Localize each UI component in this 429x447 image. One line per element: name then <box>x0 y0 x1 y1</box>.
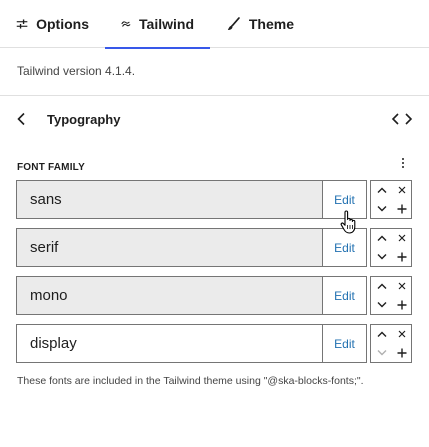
row-controls <box>370 180 412 219</box>
chevron-down-icon <box>377 350 386 356</box>
tab-bar: Options Tailwind Theme <box>0 0 429 49</box>
code-icon <box>391 113 413 125</box>
plus-icon <box>397 204 406 213</box>
brush-icon <box>227 17 240 31</box>
tab-options-label: Options <box>36 16 89 32</box>
font-field: mono Edit <box>16 276 367 315</box>
move-up-button[interactable] <box>371 325 392 343</box>
close-icon <box>398 282 405 290</box>
code-view-button[interactable] <box>390 106 414 132</box>
move-up-button[interactable] <box>371 277 392 295</box>
remove-button[interactable] <box>392 229 411 247</box>
move-down-button[interactable] <box>371 295 392 314</box>
divider <box>0 95 429 96</box>
row-controls <box>370 324 412 363</box>
back-button[interactable] <box>16 106 40 132</box>
close-icon <box>398 330 405 338</box>
help-text: These fonts are included in the Tailwind… <box>17 375 364 387</box>
pointer-cursor-icon <box>340 210 356 234</box>
chevron-left-icon <box>17 112 25 126</box>
remove-button[interactable] <box>392 325 411 343</box>
chevron-down-icon <box>377 302 386 308</box>
more-vertical-icon[interactable] <box>397 156 409 170</box>
row-controls <box>370 276 412 315</box>
font-field: serif Edit <box>16 228 367 267</box>
chevron-down-icon <box>377 254 386 260</box>
font-name[interactable]: mono <box>17 277 322 314</box>
add-button[interactable] <box>392 295 411 314</box>
tailwind-version-text: Tailwind version 4.1.4. <box>17 64 136 78</box>
move-down-button[interactable] <box>371 199 392 218</box>
font-field: display Edit <box>16 324 367 363</box>
font-name[interactable]: display <box>17 325 322 362</box>
font-family-section-header: FONT FAMILY <box>17 156 409 173</box>
font-name[interactable]: serif <box>17 229 322 266</box>
add-button[interactable] <box>392 343 411 362</box>
chevron-up-icon <box>377 187 386 193</box>
tab-options[interactable]: Options <box>0 0 105 48</box>
add-button[interactable] <box>392 247 411 266</box>
row-controls <box>370 228 412 267</box>
move-up-button[interactable] <box>371 229 392 247</box>
chevron-up-icon <box>377 283 386 289</box>
tab-tailwind[interactable]: Tailwind <box>105 0 210 49</box>
close-icon <box>398 186 405 194</box>
font-row: mono Edit <box>16 276 413 315</box>
move-down-button[interactable] <box>371 247 392 266</box>
edit-button[interactable]: Edit <box>322 325 366 362</box>
chevron-down-icon <box>377 206 386 212</box>
move-down-button <box>371 343 392 362</box>
font-row: display Edit <box>16 324 413 363</box>
font-field: sans Edit <box>16 180 367 219</box>
chevron-up-icon <box>377 331 386 337</box>
tailwind-logo-icon <box>121 21 131 27</box>
add-button[interactable] <box>392 199 411 218</box>
remove-button[interactable] <box>392 277 411 295</box>
tab-theme[interactable]: Theme <box>210 0 310 48</box>
plus-icon <box>397 252 406 261</box>
close-icon <box>398 234 405 242</box>
move-up-button[interactable] <box>371 181 392 199</box>
font-name[interactable]: sans <box>17 181 322 218</box>
chevron-up-icon <box>377 235 386 241</box>
navigator-header: Typography <box>16 106 414 132</box>
tab-theme-label: Theme <box>248 16 294 32</box>
page-title: Typography <box>47 111 121 127</box>
sliders-icon <box>16 19 28 29</box>
plus-icon <box>397 348 406 357</box>
edit-button[interactable]: Edit <box>322 277 366 314</box>
plus-icon <box>397 300 406 309</box>
remove-button[interactable] <box>392 181 411 199</box>
section-title: FONT FAMILY <box>17 162 85 173</box>
tab-tailwind-label: Tailwind <box>139 16 194 32</box>
